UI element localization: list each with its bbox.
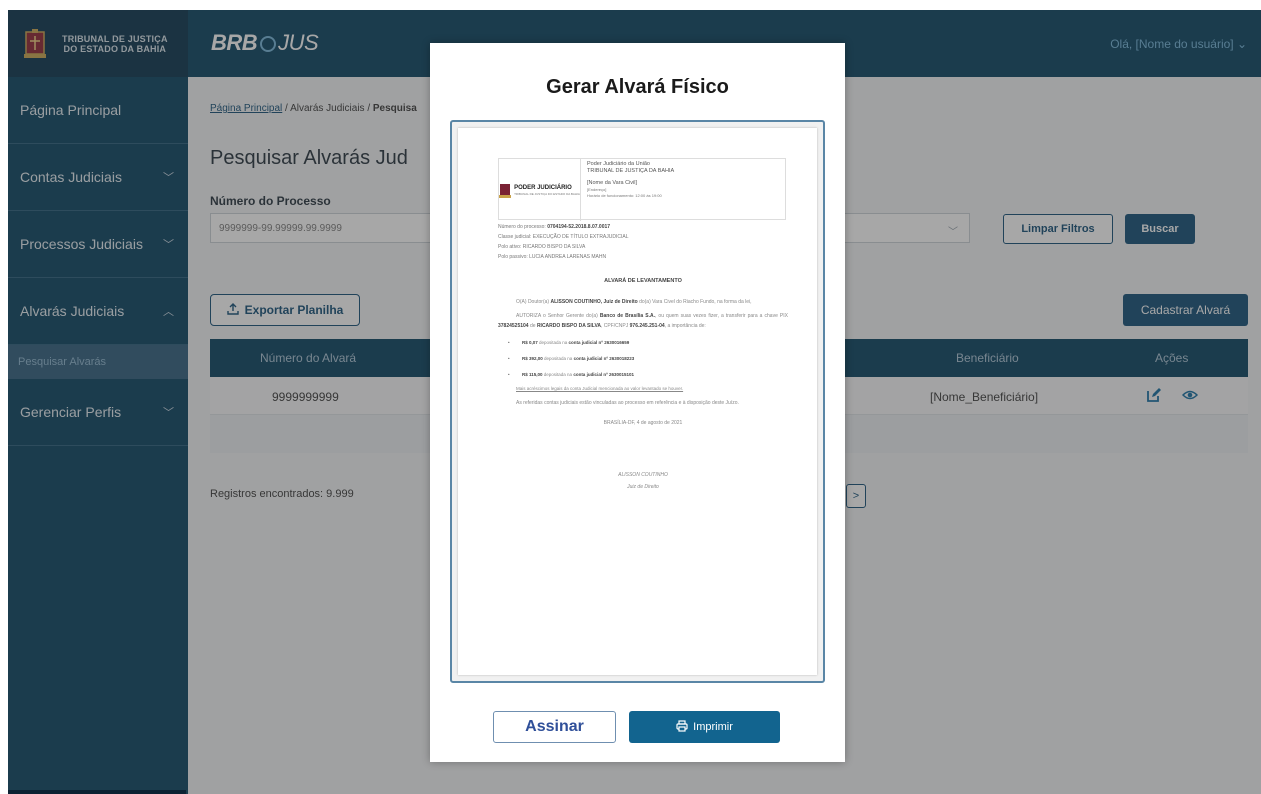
generate-alvara-modal: Gerar Alvará Físico PODER JUDICIÁRIO TRI… bbox=[430, 43, 845, 762]
item-conta: conta judicial nº 2630015101 bbox=[573, 372, 634, 377]
text-span: AUTORIZA o Senhor Gerente do(a) bbox=[516, 313, 600, 319]
local-data: BRASÍLIA-DF, 4 de agosto de 2021 bbox=[603, 420, 683, 426]
item-conta: conta judicial nº 2630016659 bbox=[568, 340, 630, 345]
text-span: , CPF/CNPJ bbox=[601, 323, 630, 329]
list-item: • R$ 392,00 depositada na conta judicial … bbox=[498, 355, 788, 363]
signature-block: ALISSON COUTINHO Juiz de Direito bbox=[498, 469, 788, 493]
meta-processo-value: 0704194-52.2018.8.07.0017 bbox=[547, 224, 611, 230]
text-span: Banco de Brasília S.A. bbox=[599, 313, 655, 319]
list-item: • R$ 115,00 depositada na conta judicial … bbox=[498, 371, 788, 379]
document-preview[interactable]: PODER JUDICIÁRIO TRIBUNAL DE JUSTIÇA DO … bbox=[450, 120, 825, 683]
meta-processo-label: Número do processo: bbox=[498, 224, 548, 230]
print-button[interactable]: Imprimir bbox=[629, 711, 780, 743]
header-line2: TRIBUNAL DE JUSTIÇA DA BAHIA bbox=[587, 167, 675, 174]
item-valor: R$ 392,00 bbox=[522, 356, 543, 361]
meta-classe: Classe judicial: EXECUÇÃO DE TÍTULO EXTR… bbox=[498, 234, 629, 240]
sign-button[interactable]: Assinar bbox=[493, 711, 616, 743]
text-span: de bbox=[528, 323, 537, 329]
logo-title: PODER JUDICIÁRIO bbox=[514, 184, 572, 191]
paragraph-judge: O(A) Doutor(a) ALISSON COUTINHO, Juiz de… bbox=[498, 297, 788, 307]
alvara-document: PODER JUDICIÁRIO TRIBUNAL DE JUSTIÇA DO … bbox=[498, 158, 788, 493]
sidebar-bottom-edge bbox=[8, 790, 186, 794]
item-texto: depositada na bbox=[542, 356, 574, 361]
poder-judiciario-logo: PODER JUDICIÁRIO TRIBUNAL DE JUSTIÇA DO … bbox=[499, 159, 581, 221]
item-valor: R$ 115,00 bbox=[522, 372, 543, 377]
document-heading: ALVARÁ DE LEVANTAMENTO bbox=[604, 278, 682, 284]
modal-title: Gerar Alvará Físico bbox=[546, 76, 729, 98]
document-header-info: Poder Judiciário da União TRIBUNAL DE JU… bbox=[587, 161, 781, 199]
text-span: ALISSON COUTINHO, Juiz de Direito bbox=[550, 299, 638, 305]
bullet-icon: • bbox=[508, 340, 510, 345]
paragraph-vinculadas: As referidas contas judiciais estão vinc… bbox=[516, 400, 739, 406]
printer-icon bbox=[676, 719, 688, 735]
item-conta: conta judicial nº 2630018223 bbox=[573, 356, 635, 361]
item-texto: depositada na bbox=[537, 340, 569, 345]
paragraph-authorization: AUTORIZA o Senhor Gerente do(a) Banco de… bbox=[498, 311, 788, 331]
item-texto: depositada na bbox=[542, 372, 574, 377]
text-span: , a importância de: bbox=[664, 323, 706, 329]
text-span: 976.245.251-04 bbox=[629, 323, 665, 329]
process-meta: Número do processo: 0704194-52.2018.8.07… bbox=[498, 222, 788, 262]
header-horario: Horário de funcionamento: 12:00 às 19:00 bbox=[587, 192, 662, 198]
document-header: PODER JUDICIÁRIO TRIBUNAL DE JUSTIÇA DO … bbox=[498, 158, 786, 221]
print-button-label: Imprimir bbox=[693, 721, 733, 733]
signature-name: ALISSON COUTINHO bbox=[618, 472, 668, 478]
list-item: • R$ 0,07 depositada na conta judicial nº… bbox=[498, 339, 788, 347]
text-span: O(A) Doutor(a) bbox=[516, 299, 551, 305]
meta-polo-ativo: Polo ativo: RICARDO BISPO DA SILVA bbox=[498, 244, 586, 250]
text-span: 37824525104 bbox=[498, 323, 529, 329]
bullet-icon: • bbox=[508, 356, 510, 361]
text-span: do(a) Vara Civel do Riacho Fundo, na for… bbox=[637, 299, 752, 305]
acrescimos-note: Mais acréscimos legais da conta Judicial… bbox=[516, 386, 684, 391]
item-valor: R$ 0,07 bbox=[522, 340, 538, 345]
document-page: PODER JUDICIÁRIO TRIBUNAL DE JUSTIÇA DO … bbox=[458, 128, 817, 675]
logo-text: PODER JUDICIÁRIO TRIBUNAL DE JUSTIÇA DO … bbox=[514, 185, 580, 196]
meta-polo-passivo: Polo passivo: LUCIA ANDREA LARENAS MAHN bbox=[498, 254, 607, 260]
signature-role: Juiz de Direito bbox=[627, 484, 659, 490]
bullet-icon: • bbox=[508, 372, 510, 377]
court-emblem-icon bbox=[499, 184, 512, 198]
text-span: , ou quem suas vezes fizer, a transferir… bbox=[654, 313, 788, 319]
meta-processo: Número do processo: 0704194-52.2018.8.07… bbox=[498, 222, 788, 232]
logo-subtitle: TRIBUNAL DE JUSTIÇA DO ESTADO DA BAHIA bbox=[514, 191, 580, 196]
text-span: RICARDO BISPO DA SILVA bbox=[536, 323, 602, 329]
